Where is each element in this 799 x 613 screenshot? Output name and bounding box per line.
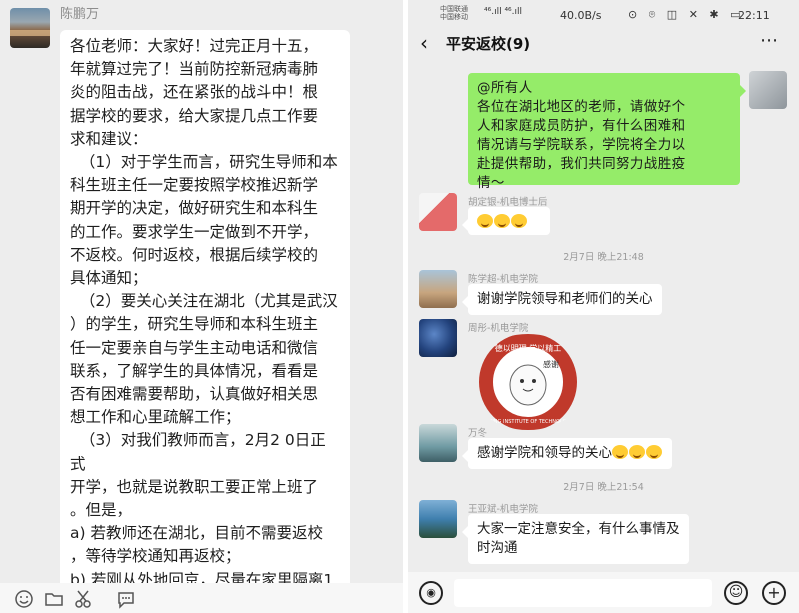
avatar[interactable]	[419, 193, 457, 231]
timestamp: 2月7日 晚上21:54	[563, 482, 644, 493]
network-speed: 40.0B/s	[560, 9, 602, 22]
sticker-thanks-text: 感谢	[543, 359, 559, 369]
sender-name: 陈鹏万	[60, 7, 100, 22]
phone-chat-panel: 中国联通 中国移动 ⁴⁶.ıll ⁴⁶.ıll 40.0B/s ⊙ ⌾ ◫ ✕ …	[408, 0, 799, 613]
avatar[interactable]	[419, 319, 457, 357]
message-bubble[interactable]: 感谢学院和领导的关心	[462, 438, 672, 469]
my-avatar[interactable]	[749, 71, 787, 109]
folder-icon[interactable]	[44, 589, 64, 609]
back-arrow-icon[interactable]: ‹	[420, 31, 428, 55]
status-icons: ⊙ ⌾ ◫ ✕ ✱ ▭	[628, 8, 745, 21]
face-emoji-icon	[612, 445, 628, 459]
left-chat-panel: 陈鹏万 各位老师：大家好！过完正月十五， 年就算过完了！当前防控新冠病毒肺 炎的…	[0, 0, 403, 613]
clock: 22:11	[738, 9, 770, 22]
voice-icon[interactable]: ◉	[419, 581, 443, 605]
face-emoji-icon	[629, 445, 645, 459]
sender-name: 胡定银-机电博士后	[468, 197, 548, 208]
message-bubble[interactable]: 各位老师：大家好！过完正月十五， 年就算过完了！当前防控新冠病毒肺 炎的阻击战，…	[60, 30, 350, 590]
sticker-motto: 德以明理 学以精工	[495, 343, 562, 353]
message-input[interactable]	[454, 579, 712, 607]
avatar[interactable]	[419, 500, 457, 538]
message-bubble[interactable]: 谢谢学院领导和老师们的关心	[462, 284, 662, 315]
avatar[interactable]	[419, 424, 457, 462]
input-toolbar	[0, 583, 403, 613]
avatar[interactable]	[419, 270, 457, 308]
chat-title: 平安返校(9)	[446, 35, 531, 53]
timestamp: 2月7日 晚上21:48	[563, 252, 644, 263]
sender-name: 周彤-机电学院	[468, 323, 529, 334]
sender-name: 王亚斌-机电学院	[468, 504, 538, 515]
more-icon[interactable]: ⋯	[760, 30, 779, 51]
signal-icon: ⁴⁶.ıll ⁴⁶.ıll	[484, 7, 523, 17]
carrier-labels: 中国联通 中国移动	[440, 5, 468, 21]
chat-icon[interactable]	[116, 589, 136, 609]
sender-name: 万冬	[468, 428, 488, 439]
plus-icon[interactable]: +	[762, 581, 786, 605]
emoji-message-bubble[interactable]	[462, 207, 550, 235]
face-emoji-icon	[646, 445, 662, 459]
chat-input-bar: ◉ ☺ +	[408, 572, 799, 613]
emoji-icon[interactable]: ☺	[724, 581, 748, 605]
message-bubble[interactable]: 大家一定注意安全，有什么事情及 时沟通	[462, 514, 689, 564]
my-message-bubble[interactable]: @所有人 各位在湖北地区的老师，请做好个 人和家庭成员防护，有什么困难和 情况请…	[468, 73, 746, 191]
sender-avatar[interactable]	[10, 8, 50, 48]
sender-name: 陈学超-机电学院	[468, 274, 538, 285]
emoji-icon[interactable]	[14, 589, 34, 609]
status-bar: 中国联通 中国移动 ⁴⁶.ıll ⁴⁶.ıll 40.0B/s ⊙ ⌾ ◫ ✕ …	[408, 0, 799, 26]
sticker-institute: BEIJING INSTITUTE OF TECHNOLOGY	[483, 419, 574, 425]
school-sticker[interactable]: 德以明理 学以精工 BEIJING INSTITUTE OF TECHNOLOG…	[468, 334, 588, 430]
face-emoji-icon	[511, 214, 527, 228]
scissors-icon[interactable]	[74, 589, 94, 609]
face-emoji-icon	[477, 214, 493, 228]
chat-header: ‹ 平安返校(9) ⋯	[408, 26, 799, 60]
face-emoji-icon	[494, 214, 510, 228]
